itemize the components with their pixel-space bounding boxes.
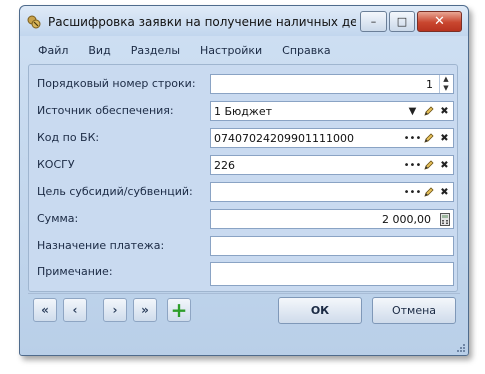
next-record-button[interactable]: › (103, 298, 127, 322)
kosgu-value: 226 (214, 158, 235, 172)
amount-value: 2 000,00 (382, 212, 431, 226)
source-value: 1 Бюджет (214, 104, 272, 118)
subsidy-goal-label: Цель субсидий/субвенций: (37, 185, 193, 198)
window-title: Расшифровка заявки на получение наличных… (48, 15, 356, 29)
footer-divider (28, 293, 460, 294)
ellipsis-icon[interactable]: ••• (404, 184, 422, 200)
clear-icon[interactable]: ✖ (437, 157, 452, 173)
source-field[interactable]: 1 Бюджет ▼ ✖ (210, 101, 454, 121)
resize-grip-icon[interactable] (456, 343, 466, 353)
clear-icon[interactable]: ✖ (437, 103, 452, 119)
note-row: Примечание: (29, 262, 457, 286)
ellipsis-icon[interactable]: ••• (404, 130, 422, 146)
note-field[interactable] (210, 262, 454, 286)
kosgu-label: КОСГУ (37, 158, 75, 171)
bk-code-label: Код по БК: (37, 131, 100, 144)
dialog-window: Расшифровка заявки на получение наличных… (19, 5, 469, 356)
row-number-value: 1 (426, 77, 433, 91)
edit-icon[interactable] (421, 103, 436, 119)
menu-view[interactable]: Вид (78, 44, 120, 57)
last-record-button[interactable]: » (133, 298, 157, 322)
window-controls: – □ ✕ (360, 11, 462, 32)
kosgu-row: КОСГУ 226 ••• ✖ (29, 155, 457, 177)
amount-label: Сумма: (37, 212, 79, 225)
prev-record-button[interactable]: ‹ (63, 298, 87, 322)
close-button[interactable]: ✕ (417, 11, 462, 32)
clear-icon[interactable]: ✖ (437, 184, 452, 200)
spin-down-icon[interactable]: ▼ (440, 84, 452, 93)
title-bar[interactable]: Расшифровка заявки на получение наличных… (20, 6, 468, 36)
note-label: Примечание: (37, 265, 113, 278)
ok-button[interactable]: ОК (278, 297, 362, 324)
bk-code-field[interactable]: 07407024209901111000 ••• ✖ (210, 128, 454, 148)
source-label: Источник обеспечения: (37, 104, 174, 117)
menu-bar: Файл Вид Разделы Настройки Справка (28, 39, 460, 61)
edit-icon[interactable] (421, 184, 436, 200)
subsidy-goal-field[interactable]: ••• ✖ (210, 182, 454, 202)
menu-file[interactable]: Файл (28, 44, 78, 57)
spin-up-icon[interactable]: ▲ (440, 75, 452, 84)
app-icon (27, 15, 41, 29)
menu-sections[interactable]: Разделы (121, 44, 190, 57)
edit-icon[interactable] (421, 130, 436, 146)
menu-settings[interactable]: Настройки (190, 44, 272, 57)
purpose-label: Назначение платежа: (37, 239, 165, 252)
kosgu-field[interactable]: 226 ••• ✖ (210, 155, 454, 175)
source-row: Источник обеспечения: 1 Бюджет ▼ ✖ (29, 101, 457, 123)
first-record-button[interactable]: « (33, 298, 57, 322)
purpose-field[interactable] (210, 236, 454, 256)
bk-code-row: Код по БК: 07407024209901111000 ••• ✖ (29, 128, 457, 150)
row-number-row: Порядковый номер строки: 1 ▲ ▼ (29, 74, 457, 96)
maximize-button[interactable]: □ (389, 11, 415, 32)
add-record-button[interactable]: + (167, 298, 191, 322)
subsidy-goal-row: Цель субсидий/субвенций: ••• ✖ (29, 182, 457, 204)
clear-icon[interactable]: ✖ (437, 130, 452, 146)
bk-code-value: 07407024209901111000 (214, 131, 354, 145)
cancel-button[interactable]: Отмена (372, 297, 456, 324)
form-panel: Порядковый номер строки: 1 ▲ ▼ Источник … (28, 64, 458, 292)
amount-field[interactable]: 2 000,00 (210, 209, 454, 229)
amount-row: Сумма: 2 000,00 (29, 209, 457, 231)
row-number-label: Порядковый номер строки: (37, 77, 196, 90)
minimize-button[interactable]: – (360, 11, 387, 32)
row-number-spinner[interactable]: ▲ ▼ (439, 75, 452, 93)
menu-help[interactable]: Справка (272, 44, 340, 57)
purpose-row: Назначение платежа: (29, 236, 457, 258)
calculator-icon[interactable] (437, 211, 452, 227)
dropdown-icon[interactable]: ▼ (405, 103, 420, 119)
edit-icon[interactable] (421, 157, 436, 173)
ellipsis-icon[interactable]: ••• (404, 157, 422, 173)
row-number-field[interactable]: 1 ▲ ▼ (210, 74, 454, 94)
